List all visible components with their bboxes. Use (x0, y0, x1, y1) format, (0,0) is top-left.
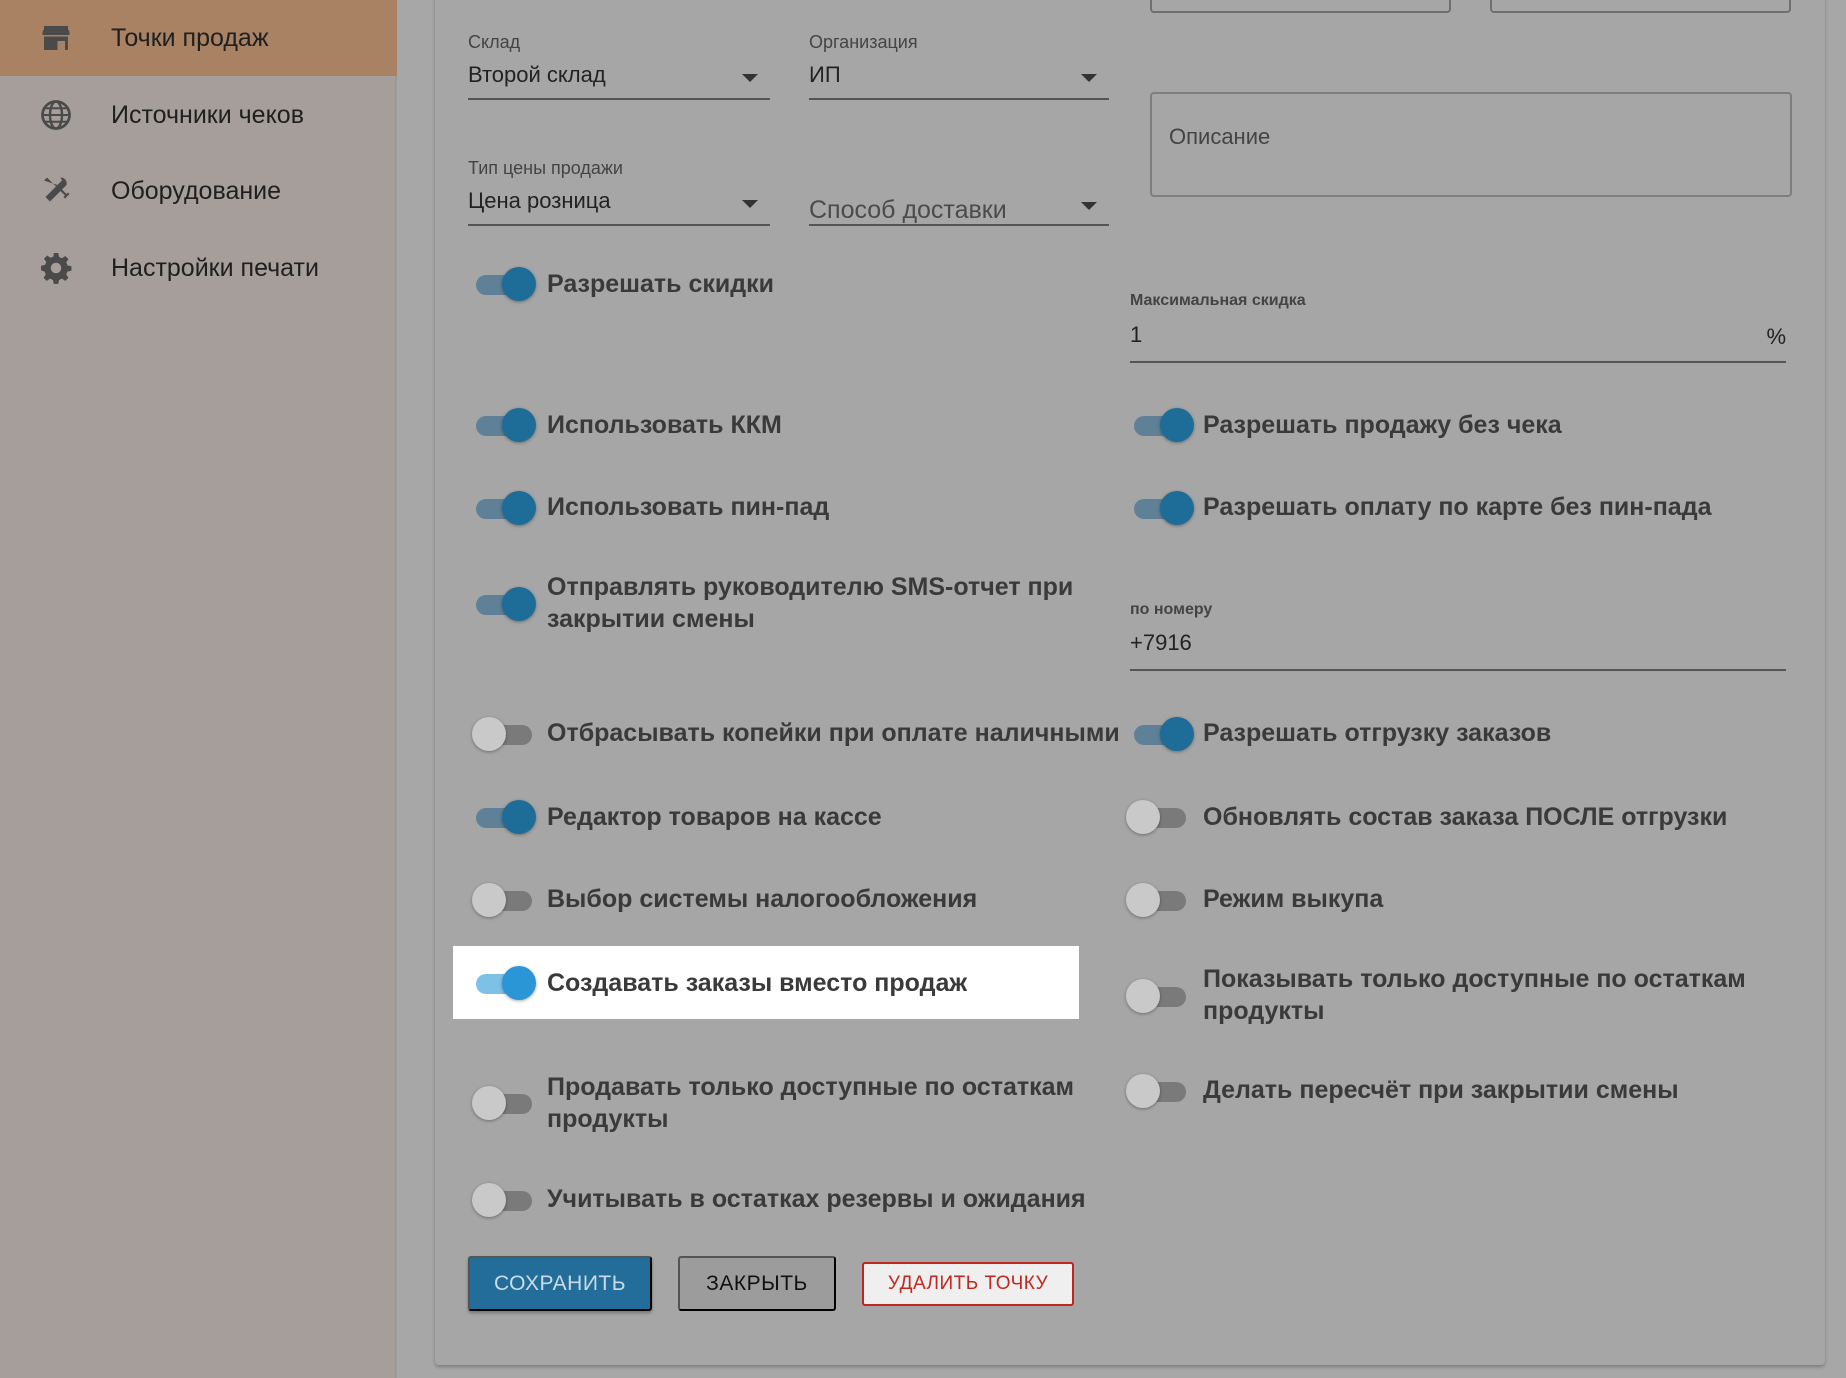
allow-discounts-switch[interactable] (472, 264, 536, 304)
allow-order-shipping-label: Разрешать отгрузку заказов (1203, 719, 1552, 747)
sidebar-item-label: Точки продаж (111, 23, 269, 52)
delivery-method-placeholder: Способ доставки (809, 196, 1007, 224)
sell-available-label-line1: Продавать только доступные по остаткам (547, 1073, 1075, 1101)
recount-on-close-label: Делать пересчёт при закрытии смены (1203, 1076, 1679, 1104)
use-pinpad-label: Использовать пин-пад (547, 493, 830, 521)
allow-no-receipt-switch[interactable] (1130, 405, 1194, 445)
allow-no-receipt-label: Разрешать продажу без чека (1203, 411, 1562, 439)
description-field[interactable]: Описание (1150, 92, 1792, 197)
globe-icon (38, 97, 74, 133)
sidebar-item-points-of-sale[interactable]: Точки продаж (0, 0, 397, 76)
update-after-shipping-label: Обновлять состав заказа ПОСЛЕ отгрузки (1203, 803, 1728, 831)
top-field-2[interactable] (1490, 0, 1791, 13)
gear-icon (38, 250, 74, 286)
warehouse-value: Второй склад (468, 62, 606, 87)
chevron-down-icon (1081, 202, 1097, 210)
use-kkm-label: Использовать ККМ (547, 411, 782, 439)
sidebar-item-label: Настройки печати (111, 253, 319, 282)
allow-card-no-pinpad-label: Разрешать оплату по карте без пин-пада (1203, 493, 1712, 521)
sidebar: Точки продаж Источники чеков Оборудовани… (0, 0, 397, 1378)
delivery-method-select[interactable]: Способ доставки (809, 186, 1109, 226)
price-type-select[interactable]: Тип цены продажи Цена розница (468, 158, 770, 226)
update-after-shipping-switch[interactable] (1126, 797, 1190, 837)
drop-kopecks-label: Отбрасывать копейки при оплате наличными (547, 719, 1120, 747)
reserves-switch[interactable] (472, 1180, 536, 1220)
sidebar-item-print-settings[interactable]: Настройки печати (0, 230, 397, 306)
recount-on-close-switch[interactable] (1126, 1071, 1190, 1111)
organization-select[interactable]: Организация ИП (809, 32, 1109, 100)
organization-label: Организация (809, 32, 918, 52)
warehouse-select[interactable]: Склад Второй склад (468, 32, 770, 100)
show-available-switch[interactable] (1126, 976, 1190, 1016)
description-placeholder: Описание (1169, 124, 1271, 149)
use-kkm-switch[interactable] (472, 405, 536, 445)
close-button[interactable]: ЗАКРЫТЬ (678, 1256, 836, 1311)
buyout-mode-label: Режим выкупа (1203, 885, 1384, 913)
warehouse-label: Склад (468, 32, 521, 52)
organization-value: ИП (809, 62, 841, 87)
show-available-label-line2: продукты (1203, 997, 1325, 1025)
allow-discounts-label: Разрешать скидки (547, 270, 774, 298)
phone-value: +7916 (1130, 630, 1192, 655)
sidebar-item-receipt-sources[interactable]: Источники чеков (0, 77, 397, 153)
price-type-value: Цена розница (468, 188, 611, 213)
tax-system-switch[interactable] (472, 880, 536, 920)
sidebar-item-label: Оборудование (111, 176, 282, 205)
max-discount-label: Максимальная скидка (1130, 292, 1306, 309)
use-pinpad-switch[interactable] (472, 488, 536, 528)
show-available-label-line1: Показывать только доступные по остаткам (1203, 965, 1746, 993)
allow-order-shipping-switch[interactable] (1130, 714, 1194, 754)
drop-kopecks-switch[interactable] (472, 714, 536, 754)
create-orders-label: Создавать заказы вместо продаж (547, 969, 968, 997)
product-editor-label: Редактор товаров на кассе (547, 803, 882, 831)
phone-field[interactable]: по номеру +7916 (1130, 598, 1786, 671)
phone-label: по номеру (1130, 601, 1213, 618)
sms-report-label-line2: закрытии смены (547, 605, 755, 633)
tools-icon (38, 173, 74, 209)
reserves-label: Учитывать в остатках резервы и ожидания (547, 1185, 1086, 1213)
delete-point-button[interactable]: УДАЛИТЬ ТОЧКУ (862, 1262, 1074, 1306)
save-button[interactable]: СОХРАНИТЬ (468, 1256, 652, 1311)
sms-report-label-line1: Отправлять руководителю SMS-отчет при (547, 573, 1074, 601)
sell-available-label-line2: продукты (547, 1105, 669, 1133)
percent-suffix: % (1766, 324, 1786, 349)
sms-report-switch[interactable] (472, 584, 536, 624)
sidebar-item-label: Источники чеков (111, 100, 304, 129)
create-orders-switch[interactable] (472, 963, 536, 1003)
chevron-down-icon (742, 74, 758, 82)
product-editor-switch[interactable] (472, 797, 536, 837)
chevron-down-icon (1081, 74, 1097, 82)
max-discount-value: 1 (1130, 322, 1143, 347)
sell-available-switch[interactable] (472, 1083, 536, 1123)
max-discount-field[interactable]: Максимальная скидка 1 % (1130, 290, 1786, 363)
store-icon (38, 20, 74, 56)
sidebar-item-equipment[interactable]: Оборудование (0, 153, 397, 229)
buyout-mode-switch[interactable] (1126, 880, 1190, 920)
price-type-label: Тип цены продажи (468, 158, 623, 178)
top-field-1[interactable] (1150, 0, 1451, 13)
tax-system-label: Выбор системы налогообложения (547, 885, 978, 913)
chevron-down-icon (742, 200, 758, 208)
allow-card-no-pinpad-switch[interactable] (1130, 488, 1194, 528)
